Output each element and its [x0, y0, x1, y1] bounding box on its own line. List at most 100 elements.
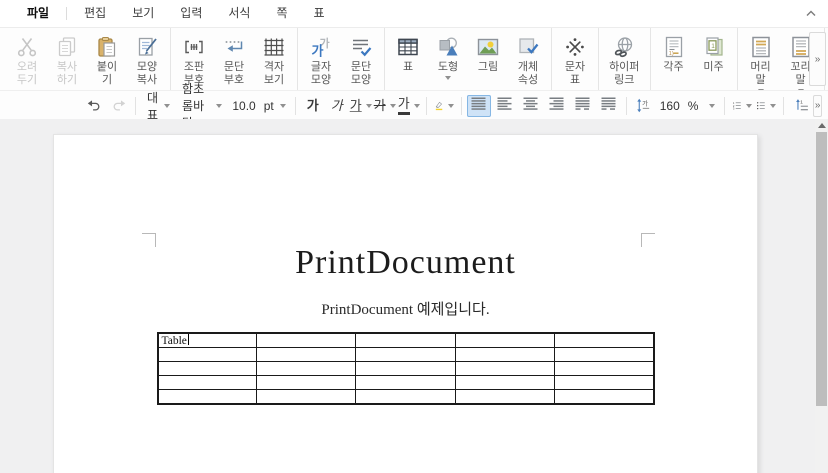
menu-edit[interactable]: 편집 [71, 0, 119, 27]
italic-button[interactable]: 가 [325, 95, 349, 117]
shapes-icon [436, 33, 460, 60]
ribbon-collapse-button[interactable] [804, 7, 818, 19]
scrollbar-thumb[interactable] [816, 132, 827, 406]
hyperlink-button[interactable]: 하이퍼링크 [602, 30, 647, 88]
menu-view[interactable]: 보기 [119, 0, 167, 27]
table-cell[interactable] [257, 390, 356, 405]
insert-table-button[interactable]: 표 [388, 30, 428, 75]
footnote-button[interactable]: 1)각주 [654, 30, 694, 75]
table-cell[interactable] [257, 376, 356, 390]
object-props-icon [516, 33, 540, 60]
table-cell[interactable] [455, 348, 554, 362]
table-cell[interactable] [554, 376, 653, 390]
outline-numbering-button[interactable]: 1 [789, 95, 813, 117]
size-unit-select[interactable]: pt [260, 95, 290, 117]
table-cell[interactable] [554, 348, 653, 362]
toolbar-overflow-button[interactable]: » [809, 32, 826, 86]
line-spacing-unit-select[interactable]: % [684, 95, 720, 117]
grid-view-button[interactable]: 격자 보기 [254, 30, 294, 88]
align-justify-button[interactable] [467, 95, 491, 117]
table-cell[interactable] [158, 376, 257, 390]
table-cell[interactable] [158, 390, 257, 405]
toolbar-button-label: 문단 부호 [224, 61, 244, 87]
copy-button[interactable]: 복사하기 [47, 30, 87, 88]
header-button[interactable]: 머리말 [741, 30, 781, 94]
char-shape-button[interactable]: 가가글자 모양 [301, 30, 341, 88]
undo-button[interactable] [82, 95, 106, 117]
picture-button[interactable]: 그림 [468, 30, 508, 75]
style-value: 대표 [147, 89, 158, 123]
charmap-icon [563, 33, 587, 60]
table-cell[interactable] [356, 362, 455, 376]
bold-button[interactable]: 가 [301, 95, 325, 117]
underline-button[interactable]: 가 [349, 95, 373, 117]
vertical-scrollbar[interactable] [815, 119, 828, 473]
endnote-button[interactable]: 1미주 [694, 30, 734, 75]
font-size-input[interactable]: 10.0 [228, 99, 259, 113]
toolbar-button-label: 붙이기 [92, 61, 122, 87]
table-cell[interactable] [554, 333, 653, 348]
format-copy-button[interactable]: 모양 복사 [127, 30, 167, 88]
table-row [158, 390, 654, 405]
redo-icon [110, 97, 127, 114]
svg-text:가: 가 [642, 99, 648, 108]
menu-table[interactable]: 표 [301, 0, 338, 27]
divider [426, 97, 427, 115]
menu-format[interactable]: 서식 [215, 0, 263, 27]
table-row: Table [158, 333, 654, 348]
table-cell[interactable] [455, 376, 554, 390]
table-cell[interactable] [356, 333, 455, 348]
bullet-list-button[interactable] [754, 95, 778, 117]
table-cell[interactable] [356, 376, 455, 390]
table-cell[interactable] [158, 362, 257, 376]
toolbar-group: 가가글자 모양문단 모양 [298, 28, 385, 90]
paragraph-marks-button[interactable]: 문단 부호 [214, 30, 254, 88]
align-center-button[interactable] [519, 95, 543, 117]
table-cell[interactable] [455, 333, 554, 348]
align-distribute-button[interactable] [571, 95, 595, 117]
line-spacing-value[interactable]: 160 [656, 99, 684, 113]
shapes-button[interactable]: 도형 [428, 30, 468, 81]
table-cell[interactable]: Table [158, 333, 257, 348]
align-right-button[interactable] [545, 95, 569, 117]
table-cell-text: Table [162, 335, 187, 347]
table-cell[interactable] [356, 390, 455, 405]
scroll-up-button[interactable] [815, 119, 828, 132]
numbered-list-button[interactable]: 123 [730, 95, 754, 117]
object-props-button[interactable]: 개체 속성 [508, 30, 548, 88]
style-select[interactable]: 대표 [141, 95, 176, 117]
table-cell[interactable] [455, 390, 554, 405]
format-toolbar-overflow-button[interactable]: » [813, 95, 822, 117]
table-cell[interactable] [554, 362, 653, 376]
para-shape-button[interactable]: 문단 모양 [341, 30, 381, 88]
menu-input[interactable]: 입력 [167, 0, 215, 27]
svg-text:1: 1 [711, 43, 715, 50]
toolbar-button-label: 복사하기 [52, 61, 82, 87]
table-cell[interactable] [455, 362, 554, 376]
app-window: 파일편집보기입력서식쪽표 오려 두기복사하기붙이기모양 복사조판 부호문단 부호… [0, 0, 828, 473]
font-select[interactable]: 함초롬바탕 [176, 95, 228, 117]
align-left-button[interactable] [493, 95, 517, 117]
table-cell[interactable] [158, 348, 257, 362]
charmap-button[interactable]: 문자표 [555, 30, 595, 88]
table-cell[interactable] [554, 390, 653, 405]
menu-file[interactable]: 파일 [14, 0, 62, 27]
table-cell[interactable] [257, 348, 356, 362]
table-cell[interactable] [257, 362, 356, 376]
align-divide-button[interactable] [597, 95, 621, 117]
left-icon [497, 97, 512, 115]
menu-page[interactable]: 쪽 [263, 0, 300, 27]
font-color-button[interactable]: 가 [397, 95, 421, 117]
table-cell[interactable] [257, 333, 356, 348]
strikethrough-button[interactable]: 가 [373, 95, 397, 117]
cut-button[interactable]: 오려 두기 [7, 30, 47, 88]
highlight-color-button[interactable] [432, 95, 456, 117]
svg-text:2: 2 [733, 104, 735, 108]
paste-button[interactable]: 붙이기 [87, 30, 127, 88]
redo-button[interactable] [106, 95, 130, 117]
document-page[interactable]: PrintDocument PrintDocument 예제입니다. Table [53, 134, 758, 473]
table-cell[interactable] [356, 348, 455, 362]
line-spacing-button[interactable]: 가 [632, 95, 656, 117]
toolbar-button-label: 개체 속성 [518, 61, 538, 87]
footnote-icon: 1) [662, 33, 686, 60]
